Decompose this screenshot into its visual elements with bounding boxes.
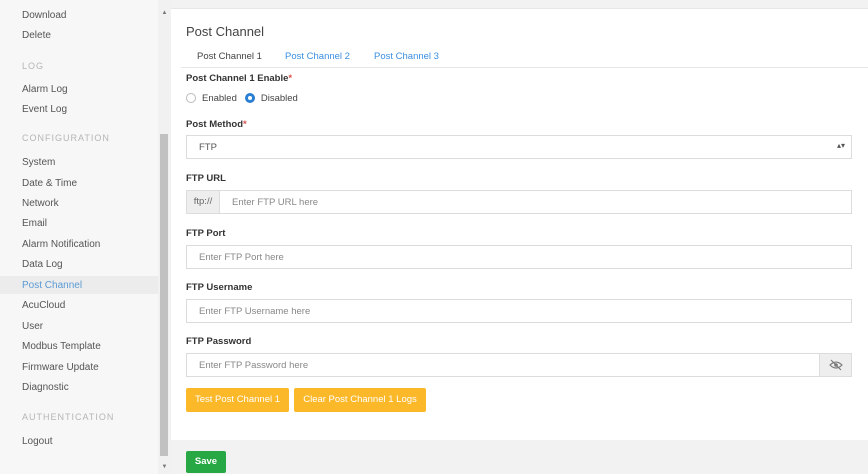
ftp-port-placeholder: Enter FTP Port here bbox=[199, 252, 284, 263]
ftp-url-prefix: ftp:// bbox=[187, 191, 220, 213]
sidebar-nav: Download Delete LOG Alarm Log Event Log … bbox=[0, 0, 158, 474]
post-method-select[interactable]: FTP ▴▾ bbox=[186, 135, 852, 159]
sidebar-item-event-log[interactable]: Event Log bbox=[22, 104, 67, 115]
sidebar-item-modbus-template[interactable]: Modbus Template bbox=[22, 341, 101, 352]
sidebar-item-alarm-log[interactable]: Alarm Log bbox=[22, 84, 68, 95]
ftp-username-label: FTP Username bbox=[186, 282, 253, 293]
post-method-value: FTP bbox=[199, 142, 217, 153]
clear-post-channel-logs-button[interactable]: Clear Post Channel 1 Logs bbox=[294, 388, 426, 412]
enable-radio-group: Enabled Disabled bbox=[186, 91, 306, 105]
post-method-label: Post Method* bbox=[186, 119, 247, 130]
ftp-url-field[interactable]: ftp:// Enter FTP URL here bbox=[186, 190, 852, 214]
enabled-radio[interactable] bbox=[186, 93, 196, 103]
sidebar-item-network[interactable]: Network bbox=[22, 198, 59, 209]
post-method-label-text: Post Method bbox=[186, 119, 243, 130]
ftp-url-placeholder: Enter FTP URL here bbox=[232, 197, 319, 208]
sidebar-item-alarm-notification[interactable]: Alarm Notification bbox=[22, 239, 100, 250]
disabled-radio-label[interactable]: Disabled bbox=[261, 93, 298, 104]
page-title: Post Channel bbox=[186, 24, 265, 39]
sidebar-item-data-log[interactable]: Data Log bbox=[22, 259, 63, 270]
sidebar-item-delete[interactable]: Delete bbox=[22, 30, 51, 41]
save-button[interactable]: Save bbox=[186, 451, 226, 473]
ftp-username-placeholder: Enter FTP Username here bbox=[199, 306, 311, 317]
sidebar-header-authentication: AUTHENTICATION bbox=[22, 412, 115, 422]
ftp-url-label: FTP URL bbox=[186, 173, 226, 184]
sidebar-item-date-time[interactable]: Date & Time bbox=[22, 178, 77, 189]
disabled-radio[interactable] bbox=[244, 93, 255, 103]
select-arrows-icon: ▴▾ bbox=[836, 141, 845, 150]
ftp-password-label: FTP Password bbox=[186, 336, 252, 347]
sidebar-item-user[interactable]: User bbox=[22, 321, 43, 332]
sidebar: Download Delete LOG Alarm Log Event Log … bbox=[0, 0, 171, 474]
tab-post-channel-1[interactable]: Post Channel 1 bbox=[197, 51, 262, 62]
sidebar-item-post-channel[interactable]: Post Channel bbox=[22, 280, 82, 291]
required-mark: * bbox=[243, 119, 247, 130]
tab-post-channel-2[interactable]: Post Channel 2 bbox=[285, 51, 350, 62]
sidebar-header-log: LOG bbox=[22, 61, 45, 71]
sidebar-item-diagnostic[interactable]: Diagnostic bbox=[22, 382, 69, 393]
sidebar-header-configuration: CONFIGURATION bbox=[22, 133, 110, 143]
scroll-up-arrow-icon[interactable]: ▲ bbox=[158, 8, 171, 18]
password-visibility-toggle[interactable] bbox=[819, 354, 851, 376]
enabled-radio-label[interactable]: Enabled bbox=[202, 93, 237, 104]
ftp-password-placeholder: Enter FTP Password here bbox=[199, 360, 309, 371]
app-root: Download Delete LOG Alarm Log Event Log … bbox=[0, 0, 868, 474]
scroll-down-arrow-icon[interactable]: ▼ bbox=[158, 462, 171, 472]
sidebar-item-download[interactable]: Download bbox=[22, 10, 66, 21]
eye-slash-icon bbox=[829, 359, 843, 371]
sidebar-item-logout[interactable]: Logout bbox=[22, 436, 53, 447]
ftp-port-field[interactable]: Enter FTP Port here bbox=[186, 245, 852, 269]
test-post-channel-button[interactable]: Test Post Channel 1 bbox=[186, 388, 289, 412]
sidebar-scroll-thumb[interactable] bbox=[160, 134, 168, 456]
sidebar-item-email[interactable]: Email bbox=[22, 218, 47, 229]
sidebar-item-firmware-update[interactable]: Firmware Update bbox=[22, 362, 99, 373]
ftp-username-field[interactable]: Enter FTP Username here bbox=[186, 299, 852, 323]
ftp-port-label: FTP Port bbox=[186, 228, 226, 239]
enable-label-text: Post Channel 1 Enable bbox=[186, 73, 289, 84]
tab-post-channel-3[interactable]: Post Channel 3 bbox=[374, 51, 439, 62]
enable-label: Post Channel 1 Enable* bbox=[186, 73, 292, 84]
sidebar-item-acucloud[interactable]: AcuCloud bbox=[22, 300, 65, 311]
sidebar-item-system[interactable]: System bbox=[22, 157, 55, 168]
post-channel-panel: Post Channel Post Channel 1 Post Channel… bbox=[171, 8, 868, 440]
tab-divider bbox=[181, 67, 868, 68]
ftp-password-field[interactable]: Enter FTP Password here bbox=[186, 353, 852, 377]
required-mark: * bbox=[288, 73, 293, 84]
